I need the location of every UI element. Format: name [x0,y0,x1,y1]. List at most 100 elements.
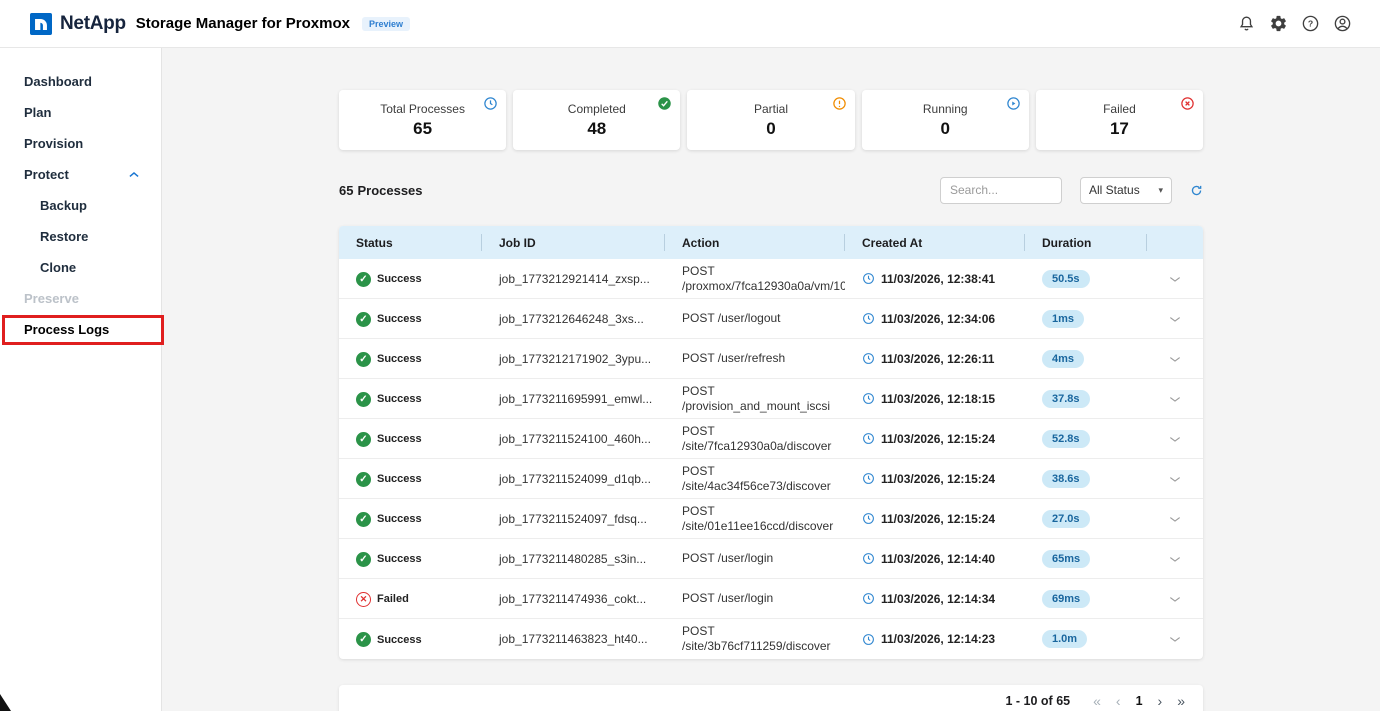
table-row: ✓Success job_1773211524097_fdsq... POST … [339,499,1203,539]
top-header: NetApp Storage Manager for Proxmox Previ… [0,0,1380,48]
sidebar-item-protect[interactable]: Protect [0,159,161,190]
stat-label: Failed [1103,102,1136,116]
created-at: 11/03/2026, 12:14:23 [881,632,995,646]
sidebar-item-clone[interactable]: Clone [0,252,161,283]
pagination-bar: 1 - 10 of 65 « ‹ 1 › » [339,685,1203,711]
duration-badge: 65ms [1042,550,1090,568]
expand-chevron-down-icon[interactable] [1166,432,1184,446]
job-id: job_1773211524097_fdsq... [482,512,665,526]
sidebar-item-backup[interactable]: Backup [0,190,161,221]
duration-badge: 50.5s [1042,270,1090,288]
play-circle-icon [1006,96,1021,111]
table-row: ✓Success job_1773212646248_3xs... POST /… [339,299,1203,339]
table-row: ✓Success job_1773211524099_d1qb... POST … [339,459,1203,499]
stat-value: 65 [413,119,432,139]
action: POST /user/login [665,591,845,606]
expand-chevron-down-icon[interactable] [1166,472,1184,486]
table-row: ✕Failed job_1773211474936_cokt... POST /… [339,579,1203,619]
clock-icon [862,312,875,325]
column-header-created-at: Created At [845,226,1025,259]
success-icon: ✓ [356,632,371,647]
expand-chevron-down-icon[interactable] [1166,312,1184,326]
job-id: job_1773212646248_3xs... [482,312,665,326]
job-id: job_1773211480285_s3in... [482,552,665,566]
status-badge: ✓Success [356,432,422,447]
current-page-number[interactable]: 1 [1136,694,1143,708]
last-page-button[interactable]: » [1177,694,1185,708]
next-page-button[interactable]: › [1158,694,1163,708]
sidebar-item-plan[interactable]: Plan [0,97,161,128]
settings-gear-icon[interactable] [1268,14,1288,34]
success-icon: ✓ [356,472,371,487]
profile-icon[interactable] [1332,14,1352,34]
action: POST /provision_and_mount_iscsi [665,384,845,414]
job-id: job_1773211695991_emwl... [482,392,665,406]
status-badge: ✓Success [356,512,422,527]
success-icon: ✓ [356,512,371,527]
duration-badge: 27.0s [1042,510,1090,528]
main-content: Total Processes 65 Completed 48 Partial … [162,48,1380,711]
job-id: job_1773212171902_3ypu... [482,352,665,366]
expand-chevron-down-icon[interactable] [1166,352,1184,366]
duration-badge: 1ms [1042,310,1084,328]
warning-circle-icon [832,96,847,111]
sidebar-item-label: Clone [40,260,76,275]
stat-card-partial: Partial 0 [687,90,854,150]
brand-group: NetApp Storage Manager for Proxmox Previ… [30,13,410,35]
list-toolbar: 65Processes All Status ▾ [339,176,1203,204]
job-id: job_1773211463823_ht40... [482,632,665,646]
created-at: 11/03/2026, 12:15:24 [881,512,995,526]
header-actions: ? [1236,14,1352,34]
status-label: Success [377,553,422,565]
check-circle-icon [657,96,672,111]
refresh-icon[interactable] [1190,184,1203,197]
action: POST /user/logout [665,311,845,326]
expand-chevron-down-icon[interactable] [1166,632,1184,646]
x-circle-icon [1180,96,1195,111]
expand-chevron-down-icon[interactable] [1166,552,1184,566]
success-icon: ✓ [356,272,371,287]
sidebar-item-label: Dashboard [24,74,92,89]
column-header-job-id: Job ID [482,226,665,259]
expand-chevron-down-icon[interactable] [1166,392,1184,406]
prev-page-button[interactable]: ‹ [1116,694,1121,708]
status-filter-value: All Status [1089,183,1140,197]
created-at: 11/03/2026, 12:14:34 [881,592,995,606]
chevron-up-icon [127,168,141,182]
clock-icon [862,512,875,525]
created-at: 11/03/2026, 12:15:24 [881,472,995,486]
action: POST /proxmox/7fca12930a0a/vm/100/clc [665,264,845,294]
stat-label: Partial [754,102,788,116]
action: POST /site/01e11ee16ccd/discover [665,504,845,534]
sidebar: Dashboard Plan Provision Protect Backup … [0,48,162,711]
sidebar-item-process-logs[interactable]: Process Logs [0,314,161,345]
expand-chevron-down-icon[interactable] [1166,592,1184,606]
sidebar-item-dashboard[interactable]: Dashboard [0,66,161,97]
column-header-status: Status [339,226,482,259]
stat-card-completed: Completed 48 [513,90,680,150]
processes-count: 65Processes [339,183,427,198]
status-label: Success [377,393,422,405]
notifications-bell-icon[interactable] [1236,14,1256,34]
action: POST /site/3b76cf711259/discover [665,624,845,654]
chevron-down-icon: ▾ [1158,185,1163,196]
status-badge: ✓Success [356,392,422,407]
help-icon[interactable]: ? [1300,14,1320,34]
stat-card-running: Running 0 [862,90,1029,150]
search-input[interactable] [940,177,1062,204]
expand-chevron-down-icon[interactable] [1166,512,1184,526]
sidebar-item-provision[interactable]: Provision [0,128,161,159]
expand-chevron-down-icon[interactable] [1166,272,1184,286]
stat-value: 17 [1110,119,1129,139]
first-page-button[interactable]: « [1093,694,1101,708]
duration-badge: 37.8s [1042,390,1090,408]
column-header-action: Action [665,226,845,259]
column-header-expand [1147,226,1203,259]
netapp-logo-icon [30,13,52,35]
success-icon: ✓ [356,552,371,567]
status-label: Success [377,634,422,646]
sidebar-item-label: Process Logs [24,322,109,337]
status-filter-select[interactable]: All Status ▾ [1080,177,1172,204]
sidebar-item-restore[interactable]: Restore [0,221,161,252]
page-title: Storage Manager for Proxmox [136,15,350,32]
